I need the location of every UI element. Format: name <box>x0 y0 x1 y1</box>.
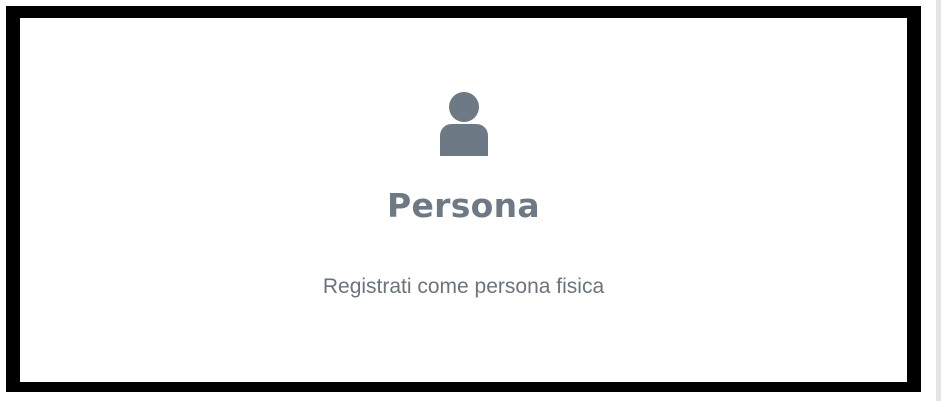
persona-option-card[interactable]: Persona Registrati come persona fisica <box>6 6 921 392</box>
page: Persona Registrati come persona fisica <box>0 0 941 401</box>
icon-container <box>20 90 907 156</box>
card-subtitle: Registrati come persona fisica <box>322 275 605 298</box>
card-title: Persona <box>386 186 541 225</box>
user-icon <box>439 92 488 156</box>
scrollbar-track[interactable] <box>936 0 941 401</box>
